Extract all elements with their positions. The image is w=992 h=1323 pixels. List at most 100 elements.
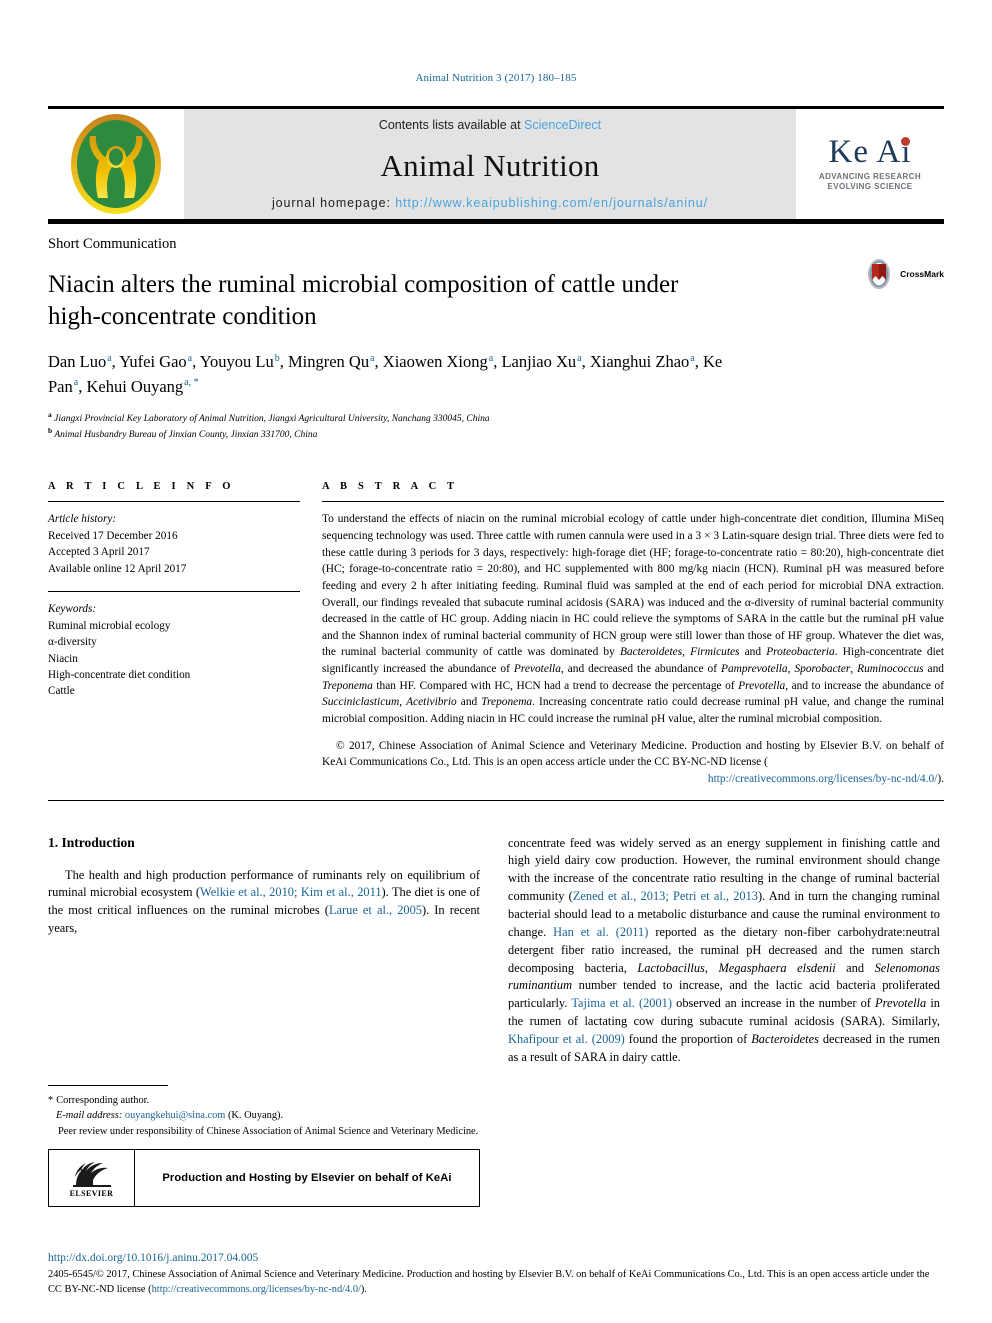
keywords-block: Keywords: Ruminal microbial ecology α-di… (48, 601, 300, 700)
production-hosting-label: Production and Hosting by Elsevier on be… (162, 1171, 452, 1184)
footnote-text: * Corresponding author. E-mail address: o… (48, 1093, 480, 1138)
taxon-name: Proteobacteria (766, 646, 835, 659)
article-history-label: Article history: (48, 513, 117, 526)
author-affiliation-mark: a (187, 352, 193, 364)
abstract-column: A B S T R A C T To understand the effect… (322, 481, 944, 787)
doi-link[interactable]: http://dx.doi.org/10.1016/j.aninu.2017.0… (48, 1252, 944, 1264)
keyword-item: Ruminal microbial ecology (48, 619, 171, 632)
email-owner: (K. Ouyang). (227, 1110, 284, 1122)
crossmark-badge[interactable]: CrossMark (862, 257, 944, 291)
running-head: Animal Nutrition 3 (2017) 180–185 (415, 72, 577, 84)
article-info-rule-mid (48, 591, 300, 593)
author-affiliation-mark: a (690, 352, 695, 364)
article-section-type: Short Communication (48, 236, 177, 252)
introduction-right-text: concentrate feed was widely served as an… (508, 835, 940, 1064)
corresponding-author-line: * Corresponding author. (48, 1093, 480, 1108)
keyword-item: Niacin (48, 652, 78, 665)
article-info-column: A R T I C L E I N F O Article history: R… (48, 481, 300, 787)
email-label: E-mail address: (56, 1110, 123, 1122)
asterisk-icon: * (48, 1095, 54, 1107)
keyword-item: Cattle (48, 685, 75, 698)
journal-logo (48, 109, 184, 219)
footnote-region: * Corresponding author. E-mail address: o… (48, 1085, 480, 1207)
author-list: Dan Luoa, Yufei Gaoa, Youyou Lub, Mingre… (48, 352, 723, 396)
affiliation-mark: a (48, 409, 52, 419)
keai-tagline: ADVANCING RESEARCH EVOLVING SCIENCE (819, 172, 921, 192)
homepage-prefix: journal homepage: (271, 196, 396, 210)
taxon-name: Ruminococcus (857, 663, 924, 676)
peer-review-line: Peer review under responsibility of Chin… (58, 1125, 479, 1137)
article-info-heading: A R T I C L E I N F O (48, 481, 235, 493)
abstract-license-link[interactable]: http://creativecommons.org/licenses/by-n… (708, 773, 937, 785)
author-affiliation-mark: b (274, 352, 280, 364)
article-header: CrossMark Short Communication Niacin alt… (48, 224, 944, 443)
history-item: Available online 12 April 2017 (48, 562, 187, 575)
author-affiliation-mark: a, * (184, 377, 199, 389)
journal-homepage-line: journal homepage: http://www.keaipublish… (272, 196, 708, 210)
taxon-name: Acetivibrio (406, 696, 457, 709)
keai-logo: Ke Ai ADVANCING RESEARCH EVOLVING SCIENC… (819, 136, 921, 192)
abstract-text: To understand the effects of niacin on t… (322, 513, 944, 726)
body-column-left: 1. Introduction The health and high prod… (48, 835, 480, 1207)
sciencedirect-link[interactable]: ScienceDirect (524, 118, 601, 132)
body-column-right: concentrate feed was widely served as an… (508, 835, 940, 1207)
taxon-name: Prevotella (738, 679, 786, 692)
keai-tagline-line2: EVOLVING SCIENCE (827, 182, 913, 191)
citation-link[interactable]: Kim et al., 2011 (301, 885, 382, 899)
contents-line: Contents lists available at ScienceDirec… (379, 118, 601, 132)
taxon-name: Megasphaera elsdenii (718, 960, 836, 975)
masthead-center: Contents lists available at ScienceDirec… (184, 109, 796, 219)
abstract-heading: A B S T R A C T (322, 481, 459, 493)
footnote-rule (48, 1085, 168, 1087)
author-name: Kehui Ouyang (86, 376, 184, 396)
author-name: Lanjiao Xu (501, 352, 577, 371)
taxon-name: Treponema (481, 696, 533, 709)
author-name: Yufei Gao (119, 352, 187, 371)
affiliation-item: b Animal Husbandry Bureau of Jinxian Cou… (48, 426, 318, 441)
citation-link[interactable]: Khafipour et al. (2009) (508, 1032, 625, 1046)
keyword-item: High-concentrate diet condition (48, 668, 191, 681)
history-item: Received 17 December 2016 (48, 529, 178, 542)
affiliation-item: a Jiangxi Provincial Key Laboratory of A… (48, 409, 490, 424)
paragraph: The health and high production performan… (48, 867, 480, 936)
taxon-name: Prevotella (875, 996, 927, 1011)
citation-link[interactable]: Larue et al., 2005 (329, 903, 422, 917)
keai-tagline-line1: ADVANCING RESEARCH (818, 172, 922, 181)
crossmark-label: CrossMark (900, 269, 944, 279)
citation-link[interactable]: Zened et al., 2013; Petri et al., 2013 (573, 889, 758, 903)
footer-license-link[interactable]: http://creativecommons.org/licenses/by-n… (152, 1284, 361, 1295)
email-line: E-mail address: ouyangkehui@sina.com (K.… (48, 1108, 480, 1123)
article-info-rule-top (48, 501, 300, 503)
author-name: Xiaowen Xiong (382, 352, 488, 371)
author-affiliation-mark: a (107, 352, 112, 364)
email-link[interactable]: ouyangkehui@sina.com (125, 1110, 225, 1121)
keywords-label: Keywords: (48, 603, 97, 616)
citation-link[interactable]: Han et al. (2011) (553, 925, 648, 939)
author-name: Dan Luo (48, 352, 107, 371)
abstract-rule-top (322, 501, 944, 503)
author-affiliation-mark: a (73, 377, 79, 389)
taxon-name: Treponema (322, 679, 373, 692)
keai-wordmark-text: Ke Ai (828, 134, 912, 170)
history-item: Accepted 3 April 2017 (48, 546, 150, 559)
animal-nutrition-logo-icon (71, 114, 161, 214)
keai-wordmark: Ke Ai (829, 136, 912, 169)
author-name: Mingren Qu (287, 352, 370, 371)
elsevier-tree-icon (72, 1161, 111, 1187)
journal-homepage-link[interactable]: http://www.keaipublishing.com/en/journal… (395, 196, 708, 210)
publisher-logo: Ke Ai ADVANCING RESEARCH EVOLVING SCIENC… (796, 109, 944, 219)
taxon-name: Succiniclasticum (322, 696, 400, 709)
citation-link[interactable]: Tajima et al. (2001) (571, 996, 672, 1010)
elsevier-wordmark: ELSEVIER (69, 1188, 114, 1198)
citation-link[interactable]: Welkie et al., 2010; (200, 885, 297, 899)
author-name: Youyou Lu (199, 352, 274, 371)
footer-legal-text: 2405-6545/© 2017, Chinese Association of… (48, 1267, 944, 1297)
corresponding-author-label: Corresponding author. (56, 1095, 150, 1107)
taxon-name: Bacteroidetes (619, 646, 683, 659)
author-affiliation-mark: a (370, 352, 375, 364)
taxon-name: Lactobacillus (637, 960, 705, 975)
affiliation-list: a Jiangxi Provincial Key Laboratory of A… (48, 410, 944, 444)
body-columns: 1. Introduction The health and high prod… (48, 835, 944, 1207)
author-affiliation-mark: a (488, 352, 494, 364)
